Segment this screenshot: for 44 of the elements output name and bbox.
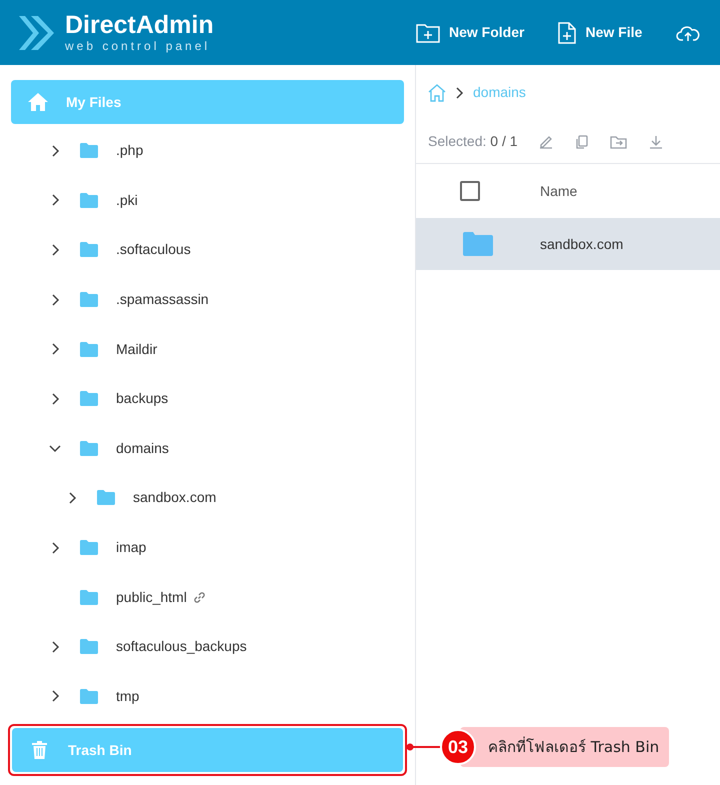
folder-name[interactable]: sandbox.com [133, 487, 216, 508]
step-number: 03 [440, 729, 476, 765]
folder-icon [80, 688, 98, 704]
move-icon[interactable] [610, 134, 628, 150]
file-name: sandbox.com [540, 234, 624, 254]
folder-name[interactable]: tmp [116, 686, 140, 707]
select-all-checkbox[interactable] [460, 181, 480, 201]
new-file-button[interactable]: New File [558, 22, 642, 44]
folder-name[interactable]: .php [116, 140, 144, 162]
folder-icon [80, 192, 98, 208]
folder-name[interactable]: softaculous_backups [116, 636, 247, 658]
column-header[interactable]: Name [540, 180, 578, 202]
folder-icon [97, 490, 115, 506]
trash-icon [32, 741, 47, 760]
logo-subtitle: web control panel [65, 40, 212, 52]
logo-title: DirectAdmin [65, 13, 214, 38]
home-icon [28, 93, 48, 111]
new-folder-button[interactable]: New Folder [416, 22, 524, 43]
folder-icon [80, 540, 98, 556]
download-icon[interactable] [648, 134, 664, 150]
folder-icon [80, 242, 98, 258]
folder-name[interactable]: backups [116, 388, 168, 410]
folder-name[interactable]: domains [116, 438, 169, 459]
folder-icon [80, 292, 98, 308]
folder-icon [80, 639, 98, 654]
folder-icon [463, 232, 493, 256]
folder-name[interactable]: .softaculous [116, 239, 191, 260]
folder-icon [80, 440, 98, 456]
selection-count: Selected: 0 / 1 [428, 132, 518, 151]
rename-icon[interactable] [538, 134, 554, 150]
new-file-icon [558, 22, 576, 44]
folder-name[interactable]: public_html [116, 586, 187, 608]
folder-name[interactable]: .spamassassin [116, 289, 209, 310]
folder-icon [80, 143, 98, 158]
folder-name[interactable]: .pki [116, 190, 138, 211]
folder-name[interactable]: imap [116, 537, 146, 558]
copy-icon[interactable] [574, 134, 590, 150]
folder-icon [80, 342, 98, 357]
chevron-icon [454, 86, 464, 98]
folder-icon [80, 590, 98, 605]
folder-name[interactable]: Maildir [116, 338, 158, 360]
folder-icon [80, 391, 98, 406]
new-folder-icon [416, 22, 440, 42]
file-row[interactable]: sandbox.com [416, 218, 720, 270]
